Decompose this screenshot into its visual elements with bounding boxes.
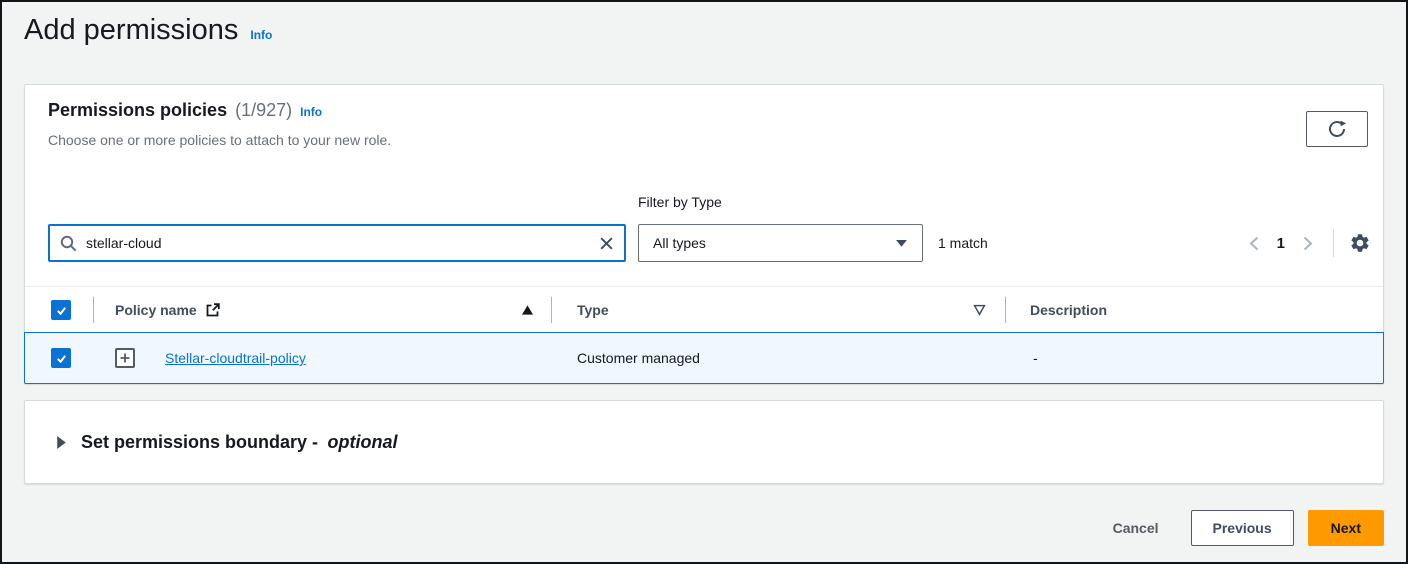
page-info-link[interactable]: Info <box>250 28 272 42</box>
panel-description: Choose one or more policies to attach to… <box>48 132 391 148</box>
boundary-optional-label: optional <box>328 432 398 452</box>
filter-by-type-label: Filter by Type <box>638 194 722 210</box>
clear-search-icon[interactable] <box>599 236 614 251</box>
column-divider <box>1005 297 1006 323</box>
sort-ascending-icon[interactable] <box>521 304 534 315</box>
table-header-row: Policy name Type Description <box>25 286 1383 333</box>
footer-actions: Cancel Previous Next <box>1095 510 1384 546</box>
sort-descending-icon[interactable] <box>973 304 986 315</box>
caret-right-icon <box>56 435 67 450</box>
search-icon <box>60 235 77 252</box>
policy-name-link[interactable]: Stellar-cloudtrail-policy <box>165 350 306 366</box>
select-all-checkbox[interactable] <box>51 300 71 320</box>
policy-search-box <box>48 224 626 262</box>
panel-title: Permissions policies <box>48 100 227 121</box>
policy-description-cell: - <box>1033 350 1038 366</box>
column-divider <box>551 297 552 323</box>
add-permissions-page: { "page": { "title": "Add permissions", … <box>0 0 1408 564</box>
page-title: Add permissions <box>24 14 238 47</box>
permissions-policies-panel: Permissions policies (1/927) Info Choose… <box>24 84 1384 384</box>
panel-info-link[interactable]: Info <box>300 105 322 119</box>
policy-name-header-label: Policy name <box>115 302 197 318</box>
boundary-title: Set permissions boundary - <box>81 432 318 452</box>
gear-icon[interactable] <box>1349 232 1371 254</box>
permissions-boundary-panel: Set permissions boundary - optional <box>24 400 1384 484</box>
next-page-icon[interactable] <box>1298 236 1318 251</box>
policy-type-cell: Customer managed <box>577 350 700 366</box>
expand-row-icon[interactable] <box>115 348 135 368</box>
pager-divider <box>1333 229 1334 257</box>
panel-head: Permissions policies (1/927) Info <box>48 100 322 121</box>
column-header-policy-name[interactable]: Policy name <box>115 287 221 332</box>
chevron-down-icon <box>895 239 908 248</box>
row-checkbox[interactable] <box>51 348 71 368</box>
page-header: Add permissions Info <box>24 14 272 47</box>
next-button[interactable]: Next <box>1308 510 1384 546</box>
column-header-type[interactable]: Type <box>577 287 609 332</box>
refresh-icon <box>1327 119 1347 139</box>
table-row[interactable]: Stellar-cloudtrail-policy Customer manag… <box>24 332 1384 384</box>
type-filter-value: All types <box>653 235 706 251</box>
type-filter-dropdown[interactable]: All types <box>638 224 923 262</box>
match-count: 1 match <box>938 224 988 262</box>
panel-counter: (1/927) <box>235 100 292 121</box>
previous-page-icon[interactable] <box>1244 236 1264 251</box>
description-header-label: Description <box>1030 302 1107 318</box>
page-number[interactable]: 1 <box>1272 235 1290 252</box>
column-divider <box>93 297 94 323</box>
refresh-button[interactable] <box>1306 111 1368 147</box>
external-link-icon <box>205 302 221 318</box>
column-header-description: Description <box>1030 287 1107 332</box>
cancel-button[interactable]: Cancel <box>1095 510 1177 546</box>
search-input[interactable] <box>86 226 590 260</box>
type-header-label: Type <box>577 302 609 318</box>
pagination: 1 <box>1244 224 1371 262</box>
previous-button[interactable]: Previous <box>1191 510 1294 546</box>
boundary-expander[interactable]: Set permissions boundary - optional <box>25 401 1383 483</box>
